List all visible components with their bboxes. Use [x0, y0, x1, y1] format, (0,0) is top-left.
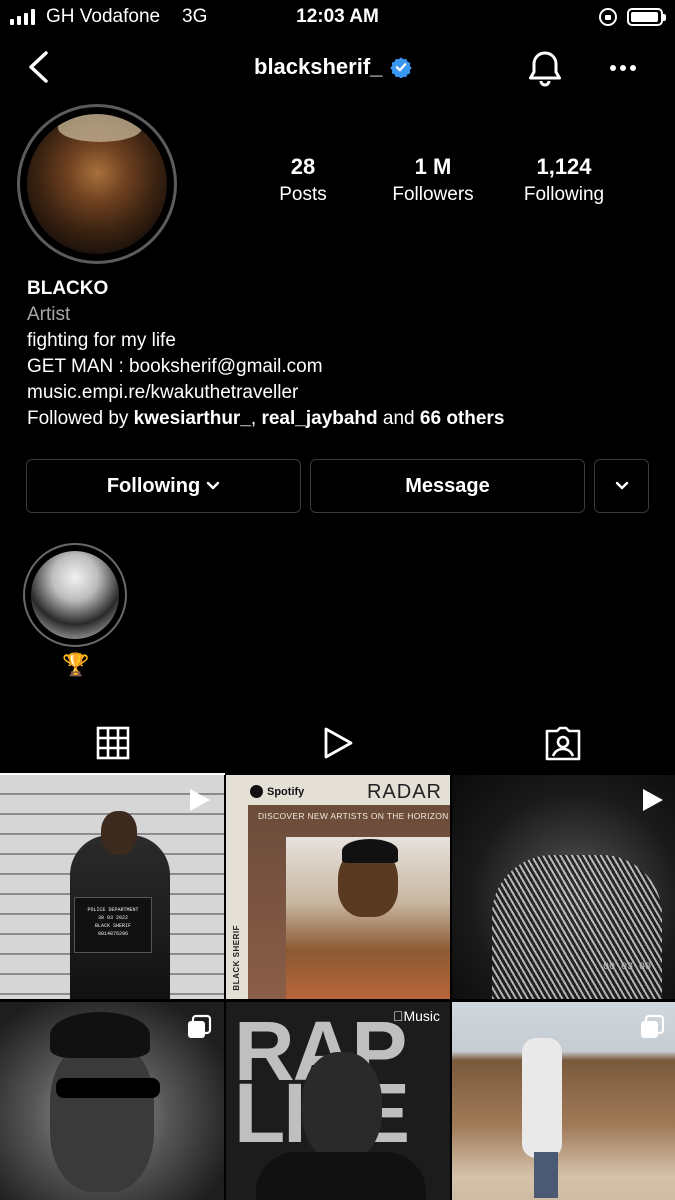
highlight-cover — [31, 551, 119, 639]
post-durag — [50, 1012, 150, 1058]
status-bar: GH Vodafone 3G 12:03 AM — [0, 0, 675, 36]
bio-line-2: GET MAN : booksherif@gmail.com — [27, 356, 323, 377]
sign-line-2: 30 03 2022 — [97, 915, 128, 921]
battery-icon — [627, 8, 666, 26]
carousel-icon — [641, 1014, 665, 1038]
post-cap — [342, 839, 398, 863]
more-icon[interactable] — [608, 58, 638, 78]
reel-icon — [643, 789, 663, 811]
tagged-icon — [545, 726, 580, 761]
apple-music-brand: Music — [403, 1008, 440, 1024]
avatar-image — [27, 114, 167, 254]
sign-line-3: BLACK SHERIF — [94, 923, 131, 929]
chevron-down-icon — [206, 481, 220, 490]
tab-posts[interactable] — [0, 712, 225, 775]
carousel-icon — [188, 1014, 212, 1038]
posts-stat[interactable]: 28 Posts — [233, 154, 373, 206]
post-thumbnail[interactable]: POLICE DEPARTMENT 30 03 2022 BLACK SHERI… — [0, 775, 224, 999]
followers-stat[interactable]: 1 M Followers — [363, 154, 503, 206]
followed-by-others: 66 others — [419, 408, 505, 429]
followed-by-and: and — [377, 408, 420, 429]
tab-tagged[interactable] — [450, 712, 675, 774]
spotify-icon — [250, 785, 263, 798]
spotify-logo: Spotify — [250, 785, 304, 798]
following-count: 1,124 — [536, 154, 592, 179]
post-grid: POLICE DEPARTMENT 30 03 2022 BLACK SHERI… — [0, 775, 675, 1200]
grid-icon — [96, 726, 129, 760]
post-thumbnail[interactable] — [452, 1002, 675, 1200]
profile-avatar[interactable] — [17, 104, 177, 264]
post-sunglasses — [56, 1078, 160, 1098]
verified-icon — [390, 57, 413, 78]
tab-reels[interactable] — [225, 712, 450, 774]
message-button[interactable]: Message — [310, 459, 585, 513]
followers-label: Followers — [392, 184, 474, 205]
apple-music-logo: Music — [393, 1008, 440, 1024]
post-figure — [522, 1038, 562, 1158]
message-button-label: Message — [405, 474, 490, 497]
profile-tabs — [0, 712, 675, 775]
posts-count: 28 — [290, 154, 316, 179]
bio-line-1: fighting for my life — [27, 330, 176, 351]
artist-side-text: BLACK SHERIF — [232, 925, 241, 991]
following-label: Following — [523, 184, 605, 205]
followed-by-user-1: kwesiarthur_ — [133, 408, 251, 429]
followed-by-prefix: Followed by — [27, 408, 134, 429]
profile-bio: BLACKO Artist fighting for my life GET M… — [27, 276, 504, 432]
post-figure-body — [256, 1152, 426, 1200]
username: blacksherif_ — [254, 54, 383, 79]
post-thumbnail[interactable] — [0, 1002, 224, 1200]
post-figure — [302, 1052, 382, 1162]
following-button[interactable]: Following — [26, 459, 301, 513]
radar-tagline: DISCOVER NEW ARTISTS ON THE HORIZON — [258, 811, 449, 821]
post-figure-legs — [534, 1152, 558, 1198]
followed-by[interactable]: Followed by kwesiarthur_, real_jaybahd a… — [27, 406, 504, 432]
followed-by-user-2: real_jaybahd — [261, 408, 378, 429]
display-name: BLACKO — [27, 278, 109, 299]
sign-line-1: POLICE DEPARTMENT — [87, 907, 139, 913]
post-thumbnail[interactable]: Spotify RADAR DISCOVER NEW ARTISTS ON TH… — [226, 775, 450, 999]
post-thumbnail[interactable]: 00 03 00 — [452, 775, 675, 999]
bell-icon[interactable] — [527, 50, 563, 88]
rotation-lock-icon — [599, 8, 617, 26]
post-figure-head — [101, 811, 137, 855]
sign-line-4: 0014876296 — [97, 931, 128, 937]
post-figure — [50, 1042, 154, 1192]
following-stat[interactable]: 1,124 Following — [494, 154, 634, 206]
followers-count: 1 M — [414, 154, 452, 179]
reel-icon — [190, 789, 210, 811]
video-timestamp: 00 03 00 — [602, 962, 651, 973]
post-thumbnail[interactable]: RAPLIFE Music — [226, 1002, 450, 1200]
suggested-accounts-button[interactable] — [594, 459, 649, 513]
spotify-brand: Spotify — [267, 785, 305, 798]
following-button-label: Following — [106, 474, 201, 497]
followed-by-separator: , — [250, 408, 262, 429]
post-figure — [492, 855, 662, 999]
chevron-down-icon — [615, 481, 628, 490]
status-time: 12:03 AM — [296, 6, 379, 27]
story-highlight[interactable] — [23, 543, 127, 647]
profile-category: Artist — [27, 304, 71, 325]
reels-icon — [324, 727, 352, 759]
back-icon[interactable] — [26, 50, 52, 84]
mugshot-sign: POLICE DEPARTMENT 30 03 2022 BLACK SHERI… — [74, 897, 152, 953]
posts-label: Posts — [279, 184, 327, 205]
profile-username-header: blacksherif_ — [254, 54, 413, 80]
highlight-title: 🏆 — [62, 652, 90, 677]
bio-link[interactable]: music.empi.re/kwakuthetraveller — [27, 380, 504, 406]
radar-title: RADAR — [366, 781, 442, 803]
